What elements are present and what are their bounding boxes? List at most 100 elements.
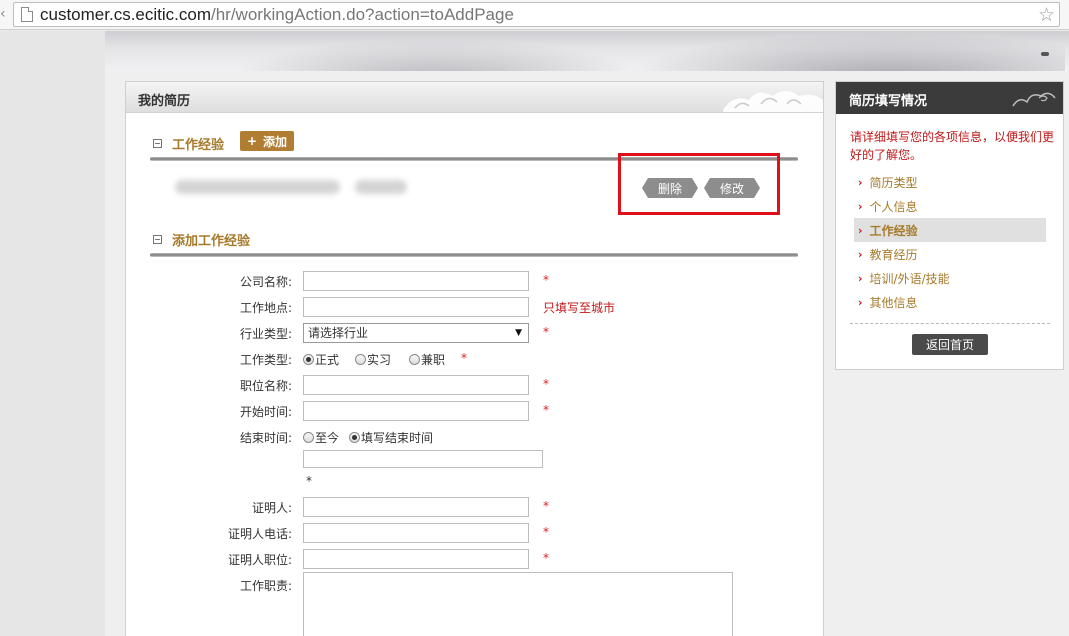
position-label: 职位名称: (239, 379, 292, 393)
add-work-experience-title: 添加工作经验 (172, 234, 251, 249)
work-type-option-fulltime[interactable]: 正式 (303, 351, 355, 368)
chevron-right-icon: › (858, 271, 863, 285)
sidebar-item-personal-info[interactable]: › 个人信息 (854, 194, 1046, 218)
chevron-right-icon: › (858, 175, 863, 189)
delete-button[interactable]: 删除 (642, 178, 698, 198)
sidebar-item-label: 培训/外语/技能 (869, 271, 950, 286)
industry-select[interactable]: 请选择行业 ▼ (303, 323, 529, 343)
sidebar-item-education[interactable]: › 教育经历 (854, 242, 1046, 266)
required-mark: * (543, 403, 549, 417)
sidebar-item-label: 教育经历 (869, 247, 918, 262)
radio-label: 正式 (315, 353, 340, 367)
required-mark: * (543, 525, 549, 539)
location-input[interactable] (303, 297, 529, 317)
required-mark: * (543, 499, 549, 513)
collapse-icon[interactable] (153, 235, 162, 244)
work-experience-title: 工作经验 (172, 138, 225, 153)
end-time-radio-group: 至今 填写结束时间 (303, 429, 449, 446)
end-time-option-present[interactable]: 至今 (303, 429, 349, 446)
sidebar-item-training-skills[interactable]: › 培训/外语/技能 (854, 266, 1046, 290)
add-work-experience-button[interactable]: + 添加 (240, 131, 294, 151)
sidebar-item-label: 其他信息 (869, 295, 918, 310)
mountain-decoration (625, 33, 1065, 71)
duties-label: 工作职责: (239, 579, 292, 593)
radio-button[interactable] (303, 354, 314, 365)
industry-selected-value: 请选择行业 (308, 326, 369, 340)
collapse-icon[interactable] (153, 139, 162, 148)
bookmark-star-icon[interactable]: ☆ (1038, 4, 1055, 26)
work-type-option-intern[interactable]: 实习 (355, 351, 409, 368)
cloud-ornament-icon (723, 91, 823, 112)
chevron-right-icon: › (858, 247, 863, 261)
end-time-label: 结束时间: (239, 431, 292, 445)
referee-phone-input[interactable] (303, 523, 529, 543)
radio-button[interactable] (355, 354, 366, 365)
url-text: customer.cs.ecitic.com/hr/workingAction.… (40, 5, 514, 25)
location-label: 工作地点: (239, 301, 292, 315)
referee-position-input[interactable] (303, 549, 529, 569)
sidebar-item-work-experience[interactable]: › 工作经验 (854, 218, 1046, 242)
required-mark: * (543, 551, 549, 565)
resume-progress-sidebar: 简历填写情况 请详细填写您的各项信息，以便我们更好的了解您。 › 简历类型 › 个人… (835, 81, 1064, 370)
cloud-ornament-icon (1012, 92, 1056, 107)
radio-button[interactable] (303, 432, 314, 443)
bird-decoration (1041, 52, 1049, 56)
referee-input[interactable] (303, 497, 529, 517)
chevron-right-icon: › (858, 223, 863, 237)
url-field[interactable]: customer.cs.ecitic.com/hr/workingAction.… (13, 2, 1060, 27)
required-mark: * (543, 325, 549, 339)
plus-icon: + (246, 134, 258, 148)
chevron-right-icon: › (858, 295, 863, 309)
sidebar-header: 简历填写情况 (836, 82, 1063, 114)
radio-button[interactable] (409, 354, 420, 365)
duties-textarea[interactable] (303, 572, 733, 636)
referee-label: 证明人: (251, 501, 292, 515)
url-path: /hr/workingAction.do?action=toAddPage (211, 5, 514, 24)
work-experience-entry-redacted (175, 174, 415, 202)
industry-label: 行业类型: (239, 327, 292, 341)
mountain-decoration (225, 39, 645, 71)
location-hint: 只填写至城市 (543, 301, 616, 315)
required-mark: * (461, 351, 467, 365)
sidebar-item-label: 简历类型 (869, 175, 918, 190)
work-type-option-parttime[interactable]: 兼职 (409, 351, 461, 368)
sidebar-item-other-info[interactable]: › 其他信息 (854, 290, 1046, 314)
company-label: 公司名称: (239, 275, 292, 289)
dropdown-arrow-icon: ▼ (515, 328, 522, 338)
company-input[interactable] (303, 271, 529, 291)
end-time-option-specify[interactable]: 填写结束时间 (349, 429, 449, 446)
header-banner (105, 31, 1069, 71)
required-mark: * (543, 273, 549, 287)
chevron-right-icon: › (858, 199, 863, 213)
sidebar-item-label: 工作经验 (869, 223, 918, 238)
referee-position-label: 证明人职位: (227, 553, 292, 567)
end-time-input[interactable] (303, 450, 543, 468)
start-time-input[interactable] (303, 401, 529, 421)
work-type-radio-group: 正式 实习 兼职 (303, 351, 461, 368)
resume-panel-title: 我的简历 (138, 94, 191, 109)
back-arrow-icon[interactable]: ‹ (0, 6, 8, 22)
add-work-experience-heading: 添加工作经验 (153, 230, 250, 249)
edit-button[interactable]: 修改 (704, 178, 760, 198)
sidebar-item-resume-type[interactable]: › 简历类型 (854, 170, 1046, 194)
browser-address-bar: ‹ customer.cs.ecitic.com/hr/workingActio… (0, 0, 1069, 30)
work-type-label: 工作类型: (239, 353, 292, 367)
radio-label: 兼职 (421, 353, 446, 367)
return-home-button[interactable]: 返回首页 (912, 334, 988, 355)
radio-label: 填写结束时间 (361, 431, 434, 445)
sidebar-title: 简历填写情况 (849, 94, 928, 109)
divider (150, 253, 798, 257)
page-icon (21, 7, 33, 22)
sidebar-note: 请详细填写您的各项信息，以便我们更好的了解您。 (850, 130, 1055, 162)
position-input[interactable] (303, 375, 529, 395)
sidebar-divider (850, 323, 1050, 324)
radio-button[interactable] (349, 432, 360, 443)
resume-panel-header: 我的简历 (126, 82, 823, 113)
radio-label: 至今 (315, 431, 340, 445)
referee-phone-label: 证明人电话: (227, 527, 292, 541)
start-time-label: 开始时间: (239, 405, 292, 419)
required-mark: * (306, 474, 312, 488)
sidebar-item-label: 个人信息 (869, 199, 918, 214)
radio-label: 实习 (367, 353, 392, 367)
sidebar-nav: › 简历类型 › 个人信息 › 工作经验 › 教育经历 › 培训/外语/技能 › 其他信息 (854, 170, 1046, 314)
